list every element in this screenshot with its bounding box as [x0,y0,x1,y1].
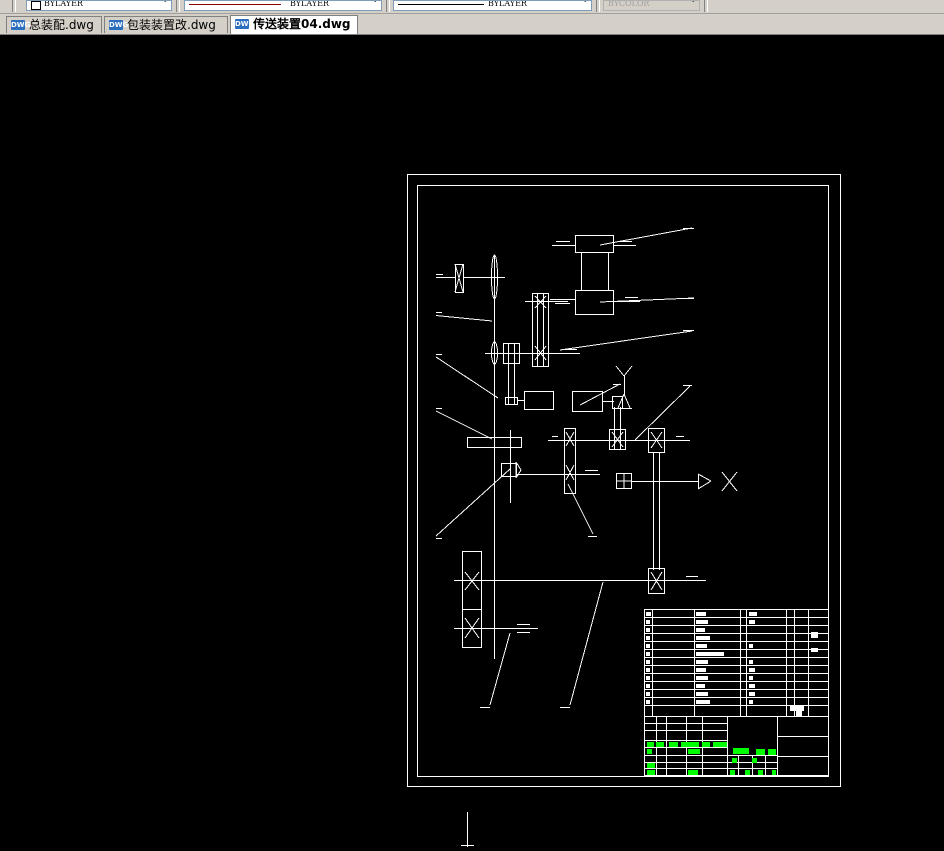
tab-label: 总装配.dwg [29,18,94,32]
toolbar-grip[interactable] [12,0,16,12]
cad-drawing: Y X [407,174,841,847]
tab-chuansongzhuangzhi04[interactable]: DWG 传送装置04.dwg [230,15,358,34]
toolbar-separator [596,0,600,12]
color-combo[interactable]: BYLAYER ⌄ [26,0,172,11]
toolbar-separator [176,0,180,12]
plotstyle-combo: BYCOLOR ⌄ [603,0,700,11]
color-swatch [31,1,41,10]
linetype-combo-value: BYLAYER [290,0,329,8]
toolbar-separator [386,0,390,12]
properties-toolbar: BYLAYER ⌄ BYLAYER ⌄ BYLAYER ⌄ BYCOLOR ⌄ [0,0,944,14]
linetype-sample [189,4,281,5]
document-tabbar: DWG 总装配.dwg DWG 包装装置改.dwg DWG 传送装置04.dwg [0,14,944,35]
color-combo-value: BYLAYER [44,0,83,8]
parts-list-table [644,609,829,717]
tab-baozhuangzhuangzhigai[interactable]: DWG 包装装置改.dwg [104,16,228,33]
dwg-file-icon: DWG [11,20,31,30]
drawing-canvas[interactable]: Y X [0,35,944,847]
lineweight-combo[interactable]: BYLAYER ⌄ [393,0,592,11]
transmission-schematic [435,227,738,708]
toolbar-separator [704,0,708,12]
linetype-combo[interactable]: BYLAYER ⌄ [184,0,382,11]
tab-zongzhuangpei[interactable]: DWG 总装配.dwg [6,16,102,33]
lineweight-combo-value: BYLAYER [488,0,527,8]
chevron-down-icon[interactable]: ⌄ [581,1,589,5]
plotstyle-combo-value: BYCOLOR [608,0,650,8]
chevron-down-icon[interactable]: ⌄ [371,1,379,5]
title-block [644,716,829,776]
tab-label: 传送装置04.dwg [253,17,351,31]
ucs-cursor-icon [461,812,474,847]
dwg-file-icon: DWG [109,20,129,30]
dwg-file-icon: DWG [235,19,255,29]
chevron-down-icon[interactable]: ⌄ [161,1,169,5]
chevron-down-icon: ⌄ [689,0,697,5]
lineweight-sample [398,4,484,5]
tab-label: 包装装置改.dwg [127,18,216,32]
